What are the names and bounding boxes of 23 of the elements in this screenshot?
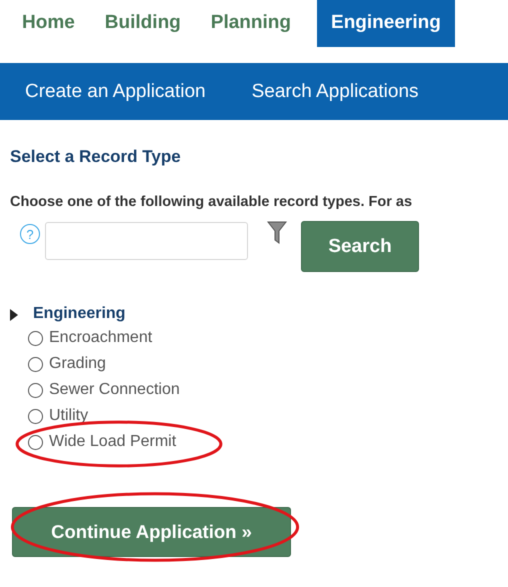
nav-tab[interactable]: Engineering <box>317 0 455 47</box>
subnav-link[interactable]: Search Applications <box>252 80 419 102</box>
radio-button[interactable] <box>28 356 43 372</box>
nav-tab[interactable]: Home <box>10 0 87 47</box>
option-label[interactable]: Grading <box>49 355 106 373</box>
radio-button[interactable] <box>28 434 43 450</box>
section-heading: Select a Record Type <box>10 147 182 167</box>
subnav-link[interactable]: Create an Application <box>25 80 206 102</box>
radio-button[interactable] <box>28 330 43 346</box>
filter-icon[interactable] <box>267 221 287 245</box>
radio-button[interactable] <box>28 382 43 398</box>
continue-button[interactable]: Continue Application » <box>12 507 291 557</box>
option-label[interactable]: Sewer Connection <box>49 381 180 399</box>
instructions-text: Choose one of the following available record types. For as <box>10 194 414 210</box>
search-field[interactable] <box>45 222 248 260</box>
nav-tab[interactable]: Planning <box>198 0 304 47</box>
option-label[interactable]: Utility <box>49 407 88 425</box>
expand-icon[interactable] <box>10 308 18 320</box>
tree-label[interactable]: Engineering <box>33 305 126 323</box>
search-button[interactable]: Search <box>301 221 419 272</box>
option-label[interactable]: Encroachment <box>49 329 152 347</box>
radio-button[interactable] <box>28 408 43 424</box>
nav-tab[interactable]: Building <box>92 0 193 47</box>
